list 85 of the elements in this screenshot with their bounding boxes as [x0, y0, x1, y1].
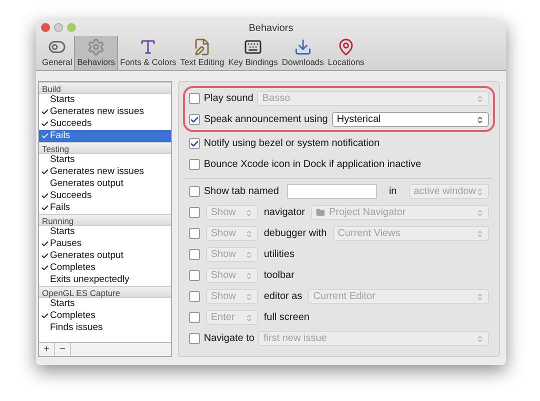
- minimize-button[interactable]: [54, 23, 63, 32]
- list-button[interactable]: −: [55, 343, 71, 356]
- check-icon: [190, 138, 199, 148]
- checkbox[interactable]: [188, 114, 200, 125]
- event-item[interactable]: Generates output: [39, 178, 171, 190]
- checkbox[interactable]: [188, 207, 200, 218]
- updown-icon: [476, 94, 484, 102]
- checkbox[interactable]: [188, 312, 200, 323]
- event-item[interactable]: Generates new issues: [39, 106, 171, 118]
- toolbar-tab[interactable]: Key Bindings: [226, 36, 280, 70]
- check-icon: [190, 114, 199, 124]
- event-item[interactable]: Starts: [39, 298, 171, 310]
- toolbar-tab[interactable]: Fonts & Colors: [118, 36, 178, 70]
- checkbox[interactable]: [188, 186, 200, 197]
- group-header: Testing: [39, 142, 171, 154]
- updown-icon: [476, 292, 484, 300]
- event-item[interactable]: Fails: [39, 130, 171, 142]
- keyboard-icon: [244, 38, 262, 56]
- option-label: Show tab named: [204, 185, 279, 199]
- checkbox[interactable]: [188, 333, 200, 344]
- toolbar-tab[interactable]: Downloads: [280, 36, 326, 70]
- event-item[interactable]: Starts: [39, 226, 171, 238]
- group-header: Running: [39, 214, 171, 226]
- option-label: debugger with: [264, 227, 327, 241]
- option-label: utilities: [264, 248, 294, 262]
- event-item[interactable]: Generates new issues: [39, 166, 171, 178]
- group-header: OpenGL ES Capture: [39, 286, 171, 298]
- tab-name-field[interactable]: [286, 184, 377, 199]
- checkbox[interactable]: [188, 228, 200, 239]
- event-item[interactable]: Starts: [39, 154, 171, 166]
- download-icon: [294, 38, 312, 56]
- gear-icon: [87, 38, 106, 56]
- option-label: Play sound: [204, 92, 254, 106]
- event-item[interactable]: Finds issues: [39, 322, 171, 334]
- checkbox[interactable]: [188, 138, 200, 149]
- window-title: Behaviors: [248, 22, 294, 36]
- event-item[interactable]: Succeeds: [39, 118, 171, 130]
- updown-icon: [244, 230, 253, 238]
- close-button[interactable]: [41, 23, 50, 32]
- event-item[interactable]: Exits unexpectedly: [39, 274, 171, 286]
- folder-icon: [316, 208, 326, 217]
- updown-icon: [244, 272, 253, 280]
- event-item[interactable]: Pauses: [39, 238, 171, 250]
- pin-icon: [337, 38, 356, 56]
- option-label: Speak announcement using: [204, 113, 328, 127]
- event-item[interactable]: Starts: [39, 94, 171, 106]
- dropdown[interactable]: Hysterical: [332, 112, 489, 127]
- checkbox[interactable]: [188, 93, 200, 104]
- updown-icon: [476, 116, 484, 124]
- checkbox[interactable]: [188, 270, 200, 281]
- option-label: toolbar: [264, 269, 294, 283]
- option-label: navigator: [264, 206, 306, 220]
- toolbar-tab[interactable]: Behaviors: [74, 36, 118, 70]
- option-label: Bounce Xcode icon in Dock if application inactive: [204, 158, 422, 172]
- toolbar-tab[interactable]: Text Editing: [178, 36, 226, 70]
- event-item[interactable]: Completes: [39, 310, 171, 322]
- updown-icon: [476, 334, 484, 342]
- event-item[interactable]: Fails: [39, 202, 171, 214]
- event-item[interactable]: Completes: [39, 262, 171, 274]
- updown-icon: [244, 292, 253, 300]
- pen-document-icon: [193, 38, 212, 56]
- updown-icon: [476, 208, 484, 216]
- event-item[interactable]: Generates output: [39, 250, 171, 262]
- option-label: Notify using bezel or system notification: [204, 137, 380, 151]
- toolbar-tab[interactable]: Locations: [326, 36, 366, 70]
- option-label: Navigate to: [204, 332, 254, 346]
- updown-icon: [244, 208, 253, 216]
- event-item[interactable]: Succeeds: [39, 190, 171, 202]
- zoom-button[interactable]: [67, 23, 76, 32]
- option-label: editor as: [264, 290, 302, 304]
- updown-icon: [476, 230, 484, 238]
- check-icon: [40, 168, 48, 176]
- group-header: Build: [39, 82, 171, 94]
- checkbox[interactable]: [188, 159, 200, 170]
- list-button[interactable]: +: [39, 343, 55, 356]
- in-label: in: [388, 185, 397, 199]
- check-icon: [40, 312, 48, 320]
- toolbar-tab[interactable]: General: [40, 36, 74, 70]
- updown-icon: [476, 188, 484, 196]
- letter-icon: [139, 38, 158, 56]
- checkbox[interactable]: [188, 249, 200, 260]
- updown-icon: [244, 314, 253, 322]
- option-label: full screen: [264, 311, 310, 325]
- updown-icon: [244, 250, 253, 258]
- checkbox[interactable]: [188, 291, 200, 302]
